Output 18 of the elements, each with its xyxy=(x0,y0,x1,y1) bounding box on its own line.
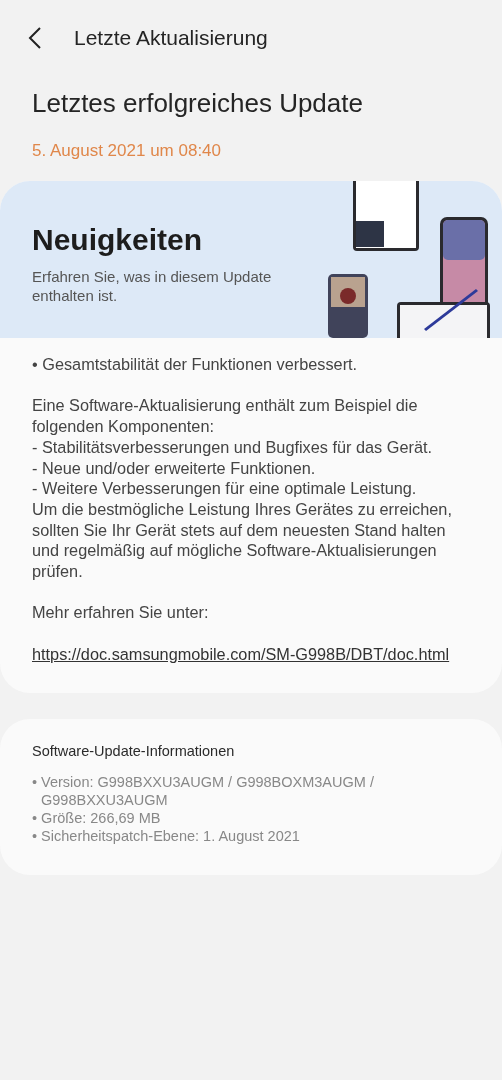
doc-link[interactable]: https://doc.samsungmobile.com/SM-G998B/DBT/doc.html xyxy=(32,643,470,665)
update-date: 5. August 2021 um 08:40 xyxy=(31,140,223,161)
page-title: Letzte Aktualisierung xyxy=(74,26,268,50)
note-text: - Neue und/oder erweiterte Funktionen. xyxy=(32,457,317,479)
note-text: - Weitere Verbesserungen für eine optimale Leistung. xyxy=(32,478,418,499)
info-item: • Sicherheitspatch-Ebene: 1. August 2021 xyxy=(32,826,301,845)
news-title: Neuigkeiten xyxy=(32,223,204,257)
back-icon[interactable] xyxy=(28,26,42,50)
note-text: - Stabilitätsverbesserungen und Bugfixes für das Gerät. xyxy=(32,436,433,458)
info-item: • Version: G998BXXU3AUGM / G998BOXM3AUGM / G998BXXU3AUGM xyxy=(32,772,375,809)
info-item: • Größe: 266,69 MB xyxy=(32,808,162,827)
note-text: Um die bestmögliche Leistung Ihres Gerätes zu erreichen, sollten Sie Ihr Gerät stets auf dem neuesten Stand halten und regelmäßig auf mögliche Software-Aktualisierungen prüfen. xyxy=(32,498,453,582)
news-subtitle: Erfahren Sie, was in diesem Update enthalten ist. xyxy=(32,267,273,305)
note-text: Mehr erfahren Sie unter: xyxy=(32,602,210,624)
note-text: • Gesamtstabilität der Funktionen verbessert. xyxy=(32,354,359,375)
heading: Letztes erfolgreiches Update xyxy=(31,87,364,119)
info-title: Software-Update-Informationen xyxy=(32,742,236,759)
note-text: Eine Software-Aktualisierung enthält zum Beispiel die folgenden Komponenten: xyxy=(32,395,419,437)
